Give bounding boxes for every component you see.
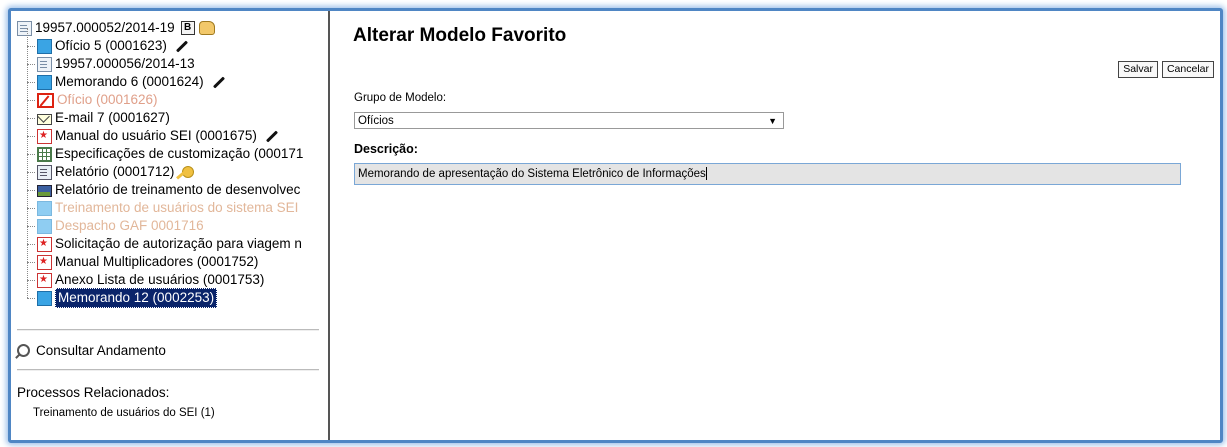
key-icon[interactable] [182, 166, 195, 178]
description-label: Descrição: [354, 142, 418, 156]
save-button[interactable]: Salvar [1118, 61, 1158, 78]
tree-item-label[interactable]: Especificações de customização (000171 [55, 145, 303, 163]
tree-item-label[interactable]: Memorando 6 (0001624) [55, 73, 204, 91]
tree-item-solicitacao[interactable]: Solicitação de autorização para viagem n [17, 226, 303, 253]
tree-item-label[interactable]: Solicitação de autorização para viagem n [55, 235, 302, 253]
b-badge-icon[interactable]: B [180, 21, 195, 35]
tree-item-label[interactable]: Ofício 5 (0001623) [55, 37, 167, 55]
tree-item-label[interactable]: Despacho GAF 0001716 [55, 217, 204, 235]
tree-item-process-56[interactable]: 19957.000056/2014-13 [17, 46, 303, 73]
window-frame: 19957.000052/2014-19 B Ofício 5 (0001623… [8, 8, 1223, 443]
tree-item-label[interactable]: Treinamento de usuários do sistema SEI [55, 199, 298, 217]
pen-icon[interactable] [265, 129, 278, 143]
magnifier-icon [17, 344, 30, 357]
report-icon [37, 164, 52, 180]
tree-root[interactable]: 19957.000052/2014-19 B [17, 19, 303, 37]
tree-item-memorando-12[interactable]: Memorando 12 (0002253) [17, 280, 303, 308]
tree-item-label[interactable]: Manual Multiplicadores (0001752) [55, 253, 258, 271]
pen-icon[interactable] [212, 75, 225, 89]
divider [17, 329, 319, 331]
tree-item-relatorio[interactable]: Relatório (0001712) [17, 154, 303, 181]
dropdown-arrow-icon[interactable]: ▼ [768, 113, 777, 130]
tree-item-label[interactable]: Relatório (0001712) [55, 163, 174, 181]
tree-root-label[interactable]: 19957.000052/2014-19 [35, 19, 175, 37]
related-processes-title: Processos Relacionados: [17, 385, 170, 400]
cancelled-icon [37, 92, 54, 108]
page-title: Alterar Modelo Favorito [353, 25, 567, 46]
description-input[interactable]: Memorando de apresentação do Sistema Ele… [354, 163, 1181, 185]
tree-item-label[interactable]: Anexo Lista de usuários (0001753) [55, 271, 264, 289]
cancel-button[interactable]: Cancelar [1161, 61, 1214, 78]
document-icon [37, 74, 52, 90]
document-icon [37, 218, 52, 234]
consult-progress-link[interactable]: Consultar Andamento [17, 343, 166, 358]
description-value: Memorando de apresentação do Sistema Ele… [358, 168, 706, 180]
pdf-icon [37, 235, 52, 253]
process-tree: 19957.000052/2014-19 B Ofício 5 (0001623… [17, 19, 303, 308]
document-icon [37, 38, 52, 54]
tree-item-especificacoes[interactable]: Especificações de customização (000171 [17, 136, 303, 163]
tree-item-anexo-lista[interactable]: Anexo Lista de usuários (0001753) [17, 262, 303, 289]
process-icon [37, 56, 52, 72]
related-process-link[interactable]: Treinamento de usuários do SEI (1) [33, 407, 215, 419]
document-icon [37, 200, 52, 216]
email-icon [37, 114, 52, 125]
tree-item-relatorio-treinamento[interactable]: Relatório de treinamento de desenvolvec [17, 172, 303, 199]
tree-item-manual-multiplicadores[interactable]: Manual Multiplicadores (0001752) [17, 244, 303, 271]
consult-progress-label[interactable]: Consultar Andamento [36, 343, 166, 358]
tree-item-label[interactable]: Manual do usuário SEI (0001675) [55, 127, 257, 145]
model-group-label: Grupo de Modelo: [354, 92, 447, 104]
main-content: Alterar Modelo Favorito Salvar Cancelar … [330, 11, 1220, 440]
model-group-value: Ofícios [358, 115, 394, 127]
pdf-icon [37, 127, 52, 145]
tree-item-oficio-5[interactable]: Ofício 5 (0001623) [17, 28, 303, 55]
tree-item-label[interactable]: E-mail 7 (0001627) [55, 109, 170, 127]
pdf-icon [37, 271, 52, 289]
pen-icon[interactable] [175, 39, 188, 53]
process-icon [17, 20, 32, 36]
tree-item-treinamento-usuarios[interactable]: Treinamento de usuários do sistema SEI [17, 190, 303, 217]
model-group-select[interactable]: Ofícios ▼ [354, 112, 784, 129]
tree-item-oficio-cancelled[interactable]: Ofício (0001626) [17, 82, 303, 109]
hand-icon[interactable] [198, 21, 215, 35]
text-caret [705, 167, 707, 181]
tree-item-label[interactable]: Relatório de treinamento de desenvolvec [55, 181, 300, 199]
tree-item-despacho-gaf[interactable]: Despacho GAF 0001716 [17, 208, 303, 235]
tree-item-email-7[interactable]: E-mail 7 (0001627) [17, 100, 303, 127]
image-icon [37, 185, 52, 197]
tree-item-label[interactable]: Ofício (0001626) [57, 91, 158, 109]
tree-item-label[interactable]: 19957.000056/2014-13 [55, 55, 195, 73]
divider [17, 369, 319, 371]
tree-item-label-selected[interactable]: Memorando 12 (0002253) [55, 288, 218, 308]
pdf-icon [37, 253, 52, 271]
document-icon [37, 290, 52, 306]
action-buttons: Salvar Cancelar [1118, 61, 1214, 78]
process-tree-panel: 19957.000052/2014-19 B Ofício 5 (0001623… [11, 11, 330, 440]
tree-item-manual-sei[interactable]: Manual do usuário SEI (0001675) [17, 118, 303, 145]
tree-item-memorando-6[interactable]: Memorando 6 (0001624) [17, 64, 303, 91]
spreadsheet-icon [37, 146, 52, 162]
